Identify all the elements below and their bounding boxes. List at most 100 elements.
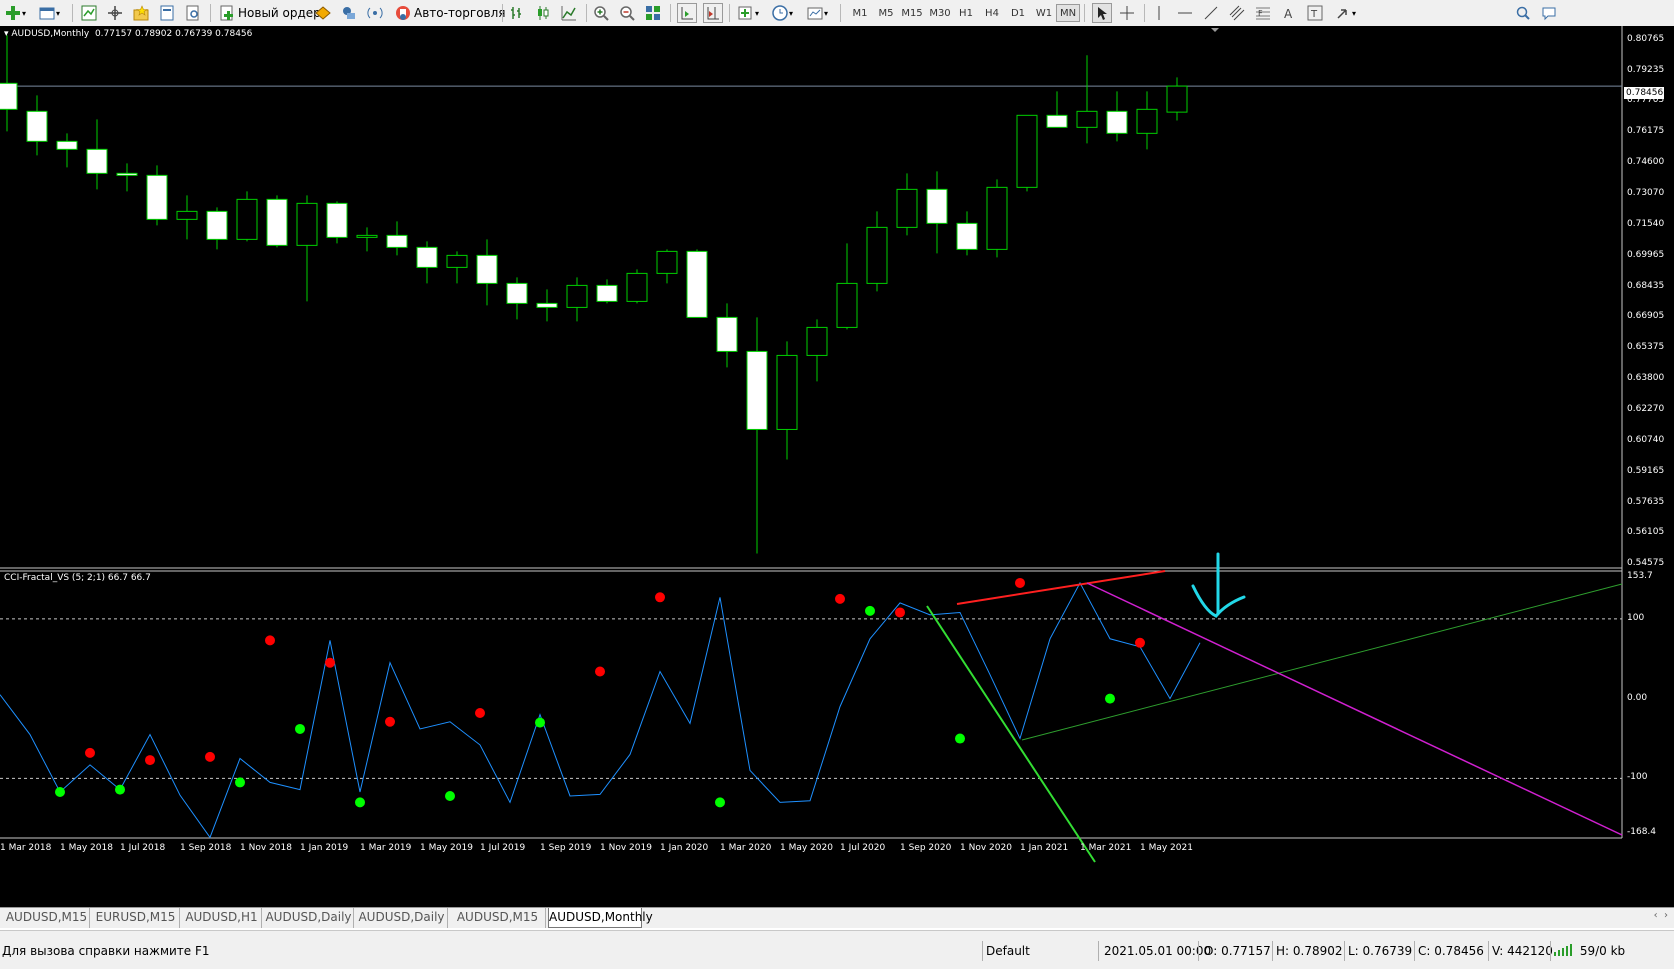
horizontal-line-button[interactable] xyxy=(1176,2,1194,24)
down-fractal-dot xyxy=(535,717,545,728)
trendline-button[interactable] xyxy=(1202,2,1220,24)
periods-button[interactable]: ▾ xyxy=(771,2,793,24)
chart-shift-button[interactable] xyxy=(703,2,723,24)
status-help-text: Для вызова справки нажмите F1 xyxy=(2,944,210,958)
chart-tab[interactable]: AUDUSD,M15 xyxy=(450,908,546,928)
navigator-button[interactable] xyxy=(106,2,124,24)
hand-drawn-arrow xyxy=(1191,552,1246,618)
date-tick-label: 1 Sep 2018 xyxy=(180,843,232,853)
search-button[interactable] xyxy=(1514,2,1532,24)
chart-tab[interactable]: AUDUSD,Daily xyxy=(356,908,448,928)
price-tick-label: 0.54575 xyxy=(1627,558,1665,568)
up-fractal-dot xyxy=(85,747,95,758)
chart-tab[interactable]: AUDUSD,H1 xyxy=(182,908,262,928)
candle-body xyxy=(866,226,888,284)
profiles-button[interactable]: ▾ xyxy=(38,2,60,24)
zoom-in-button[interactable] xyxy=(592,2,610,24)
up-fractal-dot xyxy=(475,707,485,718)
indicators-icon xyxy=(737,4,755,22)
candle-body xyxy=(206,210,228,240)
tile-windows-icon xyxy=(644,4,662,22)
chart-tab[interactable]: AUDUSD,M15 xyxy=(4,908,90,928)
tile-windows-button[interactable] xyxy=(644,2,662,24)
favorites-button[interactable] xyxy=(132,2,150,24)
fibonacci-button[interactable]: F xyxy=(1254,2,1272,24)
timeframe-m30-button[interactable]: M30 xyxy=(928,4,952,22)
signals-button[interactable] xyxy=(340,2,358,24)
chat-icon xyxy=(1540,4,1558,22)
timeframe-m5-button[interactable]: M5 xyxy=(874,4,898,22)
green-support-line xyxy=(1021,583,1623,741)
candle xyxy=(116,163,138,192)
candle xyxy=(716,303,738,368)
timeframe-d1-button[interactable]: D1 xyxy=(1006,4,1030,22)
text-label-button[interactable]: T xyxy=(1306,2,1324,24)
candles-button[interactable] xyxy=(534,2,552,24)
indicators-button[interactable]: ▾ xyxy=(737,2,759,24)
chart-tab[interactable]: EURUSD,M15 xyxy=(92,908,180,928)
up-fractal-dot xyxy=(835,593,845,604)
bar-chart-button[interactable] xyxy=(508,2,526,24)
autoscroll-button[interactable] xyxy=(677,2,697,24)
candle-body xyxy=(1166,85,1188,113)
date-tick-label: 1 Mar 2021 xyxy=(1080,843,1132,853)
arrows-button[interactable]: ▾ xyxy=(1334,2,1356,24)
meta-editor-button[interactable] xyxy=(314,2,332,24)
new-chart-button[interactable]: ▾ xyxy=(4,2,26,24)
market-watch-button[interactable] xyxy=(80,2,98,24)
antenna-icon xyxy=(366,4,384,22)
connection-traffic: 59/0 kb xyxy=(1554,944,1625,959)
crosshair-button[interactable] xyxy=(1118,2,1136,24)
chat-button[interactable] xyxy=(1540,2,1558,24)
price-tick-label: 0.62270 xyxy=(1627,404,1665,415)
terminal-button[interactable] xyxy=(158,2,176,24)
chart-tab[interactable]: AUDUSD,Daily xyxy=(264,908,354,928)
date-tick-label: 1 Jan 2021 xyxy=(1020,843,1069,853)
window-icon xyxy=(38,4,56,22)
tab-scroll-arrows[interactable]: ‹ › xyxy=(1654,910,1668,921)
indicator-level-label: 153.7 xyxy=(1627,571,1653,581)
timeframe-m15-button[interactable]: M15 xyxy=(900,4,924,22)
timeframe-h4-button[interactable]: H4 xyxy=(980,4,1004,22)
timeframe-w1-button[interactable]: W1 xyxy=(1032,4,1056,22)
timeframe-h1-button[interactable]: H1 xyxy=(954,4,978,22)
candle-body xyxy=(926,188,948,224)
arrows-icon xyxy=(1334,4,1352,22)
text-button[interactable]: A xyxy=(1280,2,1298,24)
strategy-tester-button[interactable] xyxy=(184,2,202,24)
candle-body xyxy=(746,350,768,430)
candle-body xyxy=(656,250,678,274)
candle xyxy=(206,207,228,250)
zoom-out-button[interactable] xyxy=(618,2,636,24)
date-tick-label: 1 Jul 2019 xyxy=(480,843,526,853)
candle xyxy=(1136,91,1158,150)
market-button[interactable] xyxy=(366,2,384,24)
candle-body xyxy=(176,210,198,220)
chart-window[interactable]: ▾ AUDUSD,Monthly 0.77157 0.78902 0.76739… xyxy=(0,26,1674,907)
templates-button[interactable]: ▾ xyxy=(806,2,828,24)
candle-body xyxy=(0,82,18,110)
line-chart-button[interactable] xyxy=(560,2,578,24)
candle xyxy=(626,269,648,304)
vertical-line-icon xyxy=(1150,4,1168,22)
timeframe-m1-button[interactable]: M1 xyxy=(848,4,872,22)
shift-marker xyxy=(1211,28,1219,32)
candle-body xyxy=(476,254,498,284)
status-profile: Default xyxy=(986,944,1030,958)
signals-icon xyxy=(340,4,358,22)
chart-tab[interactable]: AUDUSD,Monthly xyxy=(548,908,653,928)
cursor-button[interactable] xyxy=(1092,2,1112,24)
autotrading-button[interactable]: Авто-торговля xyxy=(394,2,506,24)
status-low: L: 0.76739 xyxy=(1348,944,1413,958)
new-order-button[interactable]: Новый ордер xyxy=(218,2,321,24)
candle-body xyxy=(1076,110,1098,128)
chart-canvas[interactable] xyxy=(0,26,1674,907)
candle-body xyxy=(566,284,588,308)
price-tick-label: 0.56105 xyxy=(1627,527,1665,538)
up-fractal-dot xyxy=(325,657,335,668)
vertical-line-button[interactable] xyxy=(1150,2,1168,24)
equidistant-channel-button[interactable] xyxy=(1228,2,1246,24)
new-order-label: Новый ордер xyxy=(238,6,321,20)
timeframe-mn-button[interactable]: MN xyxy=(1056,4,1080,22)
cci-line xyxy=(0,581,1201,839)
